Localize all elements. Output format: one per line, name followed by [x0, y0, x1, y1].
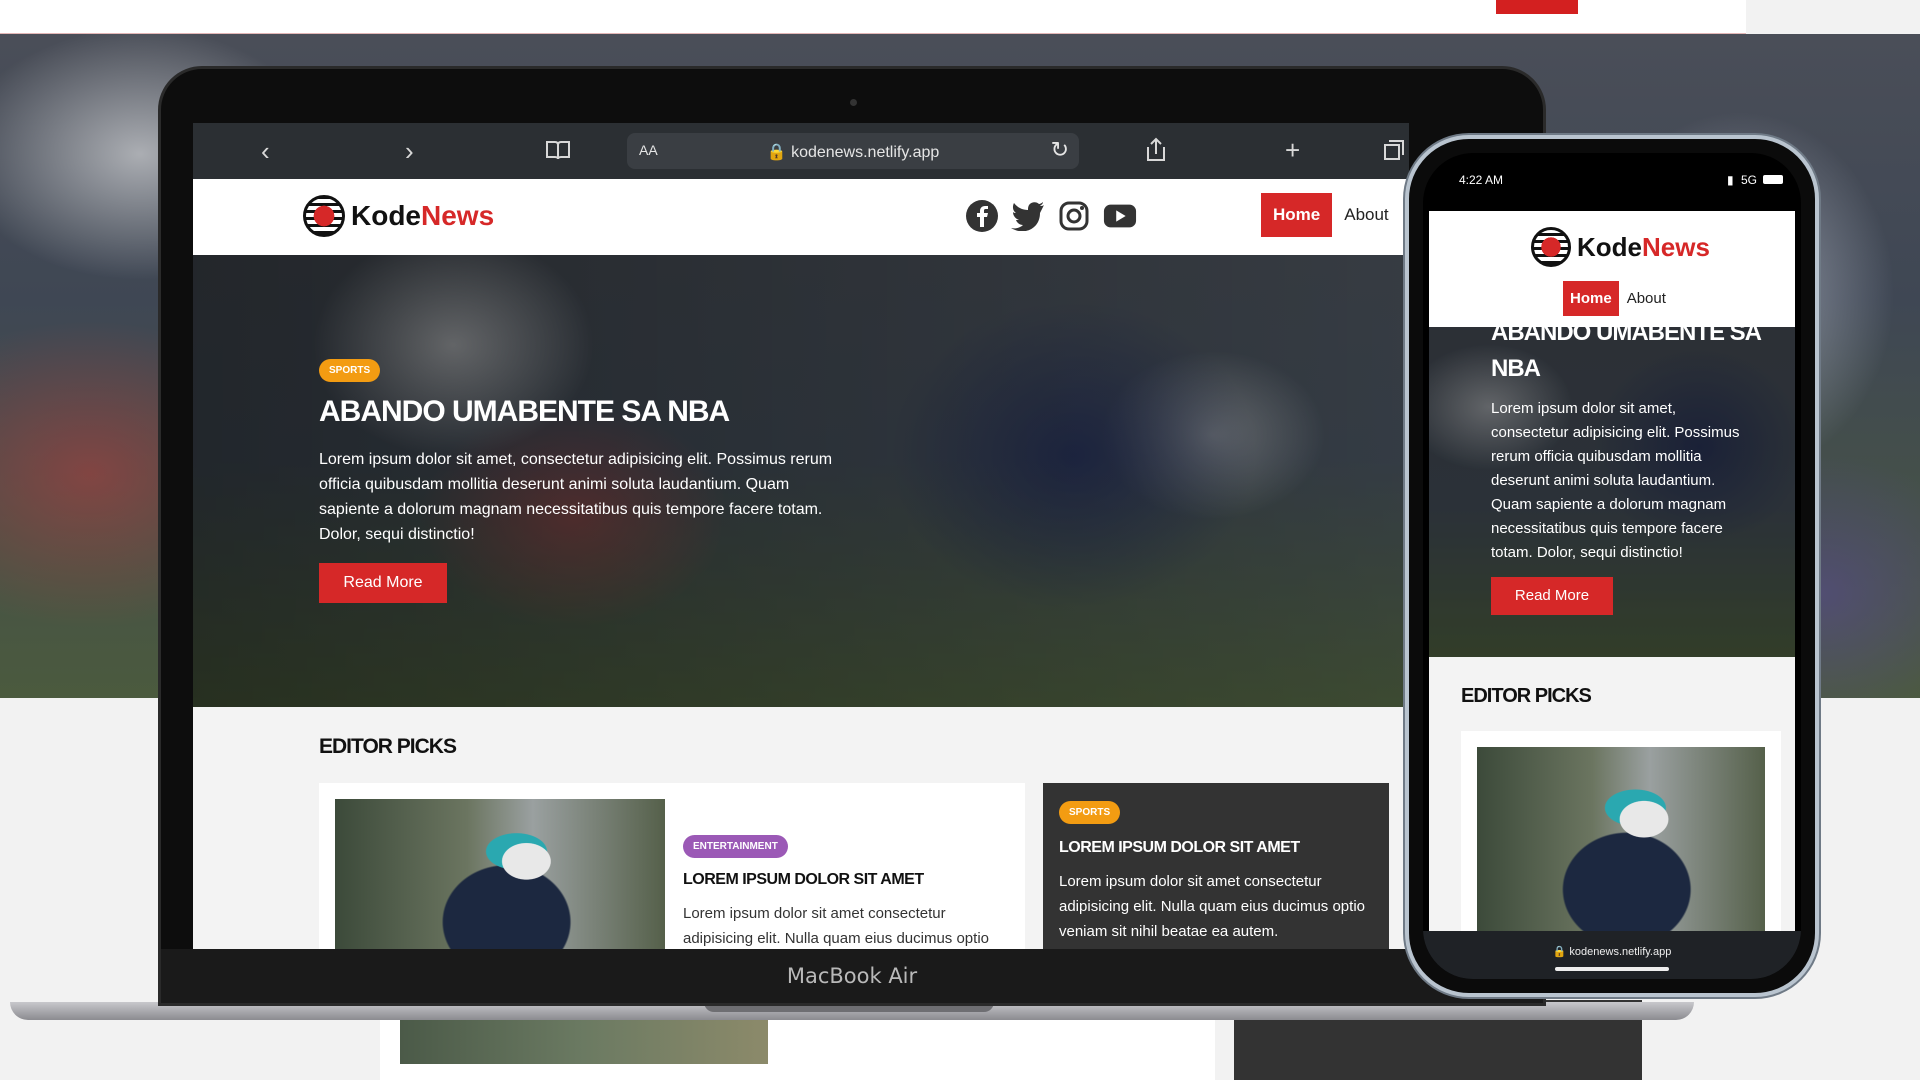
- laptop-chin: MacBook Air: [161, 949, 1543, 1003]
- hero-description: Lorem ipsum dolor sit amet, consectetur …: [319, 451, 833, 543]
- logo-text-news: News: [1642, 231, 1710, 262]
- bookmarks-icon[interactable]: [545, 139, 571, 165]
- nav-home-link[interactable]: Home: [1261, 193, 1333, 237]
- back-icon[interactable]: ‹: [261, 138, 270, 164]
- site-header: KodeNews Home About: [193, 179, 1409, 255]
- editor-picks-heading: EDITOR PICKS: [319, 735, 457, 758]
- hero-title: ABANDO UMABENTE SA NBA: [1491, 315, 1762, 387]
- vr-headset-photo: [335, 799, 665, 949]
- site-logo[interactable]: KodeNews: [303, 195, 494, 237]
- network-label: 5G: [1741, 173, 1758, 187]
- forward-icon[interactable]: ›: [405, 138, 414, 164]
- hero-category-badge[interactable]: SPORTS: [319, 359, 381, 382]
- lock-icon: 🔒: [766, 144, 787, 161]
- globe-logo-icon: [303, 195, 345, 237]
- card-excerpt: Lorem ipsum dolor sit amet consectetur a…: [1059, 873, 1365, 940]
- site-nav: Home About: [1261, 193, 1401, 237]
- phone-address-bar[interactable]: 🔒 kodenews.netlify.app: [1423, 931, 1801, 979]
- logo-text-news: News: [421, 200, 495, 231]
- site-nav: Home About: [1563, 281, 1674, 316]
- sports-badge[interactable]: SPORTS: [1059, 801, 1121, 824]
- hero-title-line: ABANDO UMABENTE SA: [1491, 319, 1762, 346]
- tabs-icon[interactable]: [1383, 139, 1405, 165]
- instagram-icon[interactable]: [1057, 199, 1091, 233]
- editor-pick-card-dark[interactable]: SPORTS LOREM IPSUM DOLOR SIT AMET Lorem …: [1043, 783, 1389, 949]
- new-tab-icon[interactable]: +: [1285, 137, 1300, 163]
- home-indicator: [1555, 967, 1669, 971]
- phone-site-header: KodeNews Home About: [1429, 211, 1795, 327]
- laptop-screen: ‹ › AA 🔒 kodenews.netlify.app ↻ + KodeNe…: [193, 123, 1409, 949]
- facebook-icon[interactable]: [965, 199, 999, 233]
- card-title[interactable]: LOREM IPSUM DOLOR SIT AMET: [683, 871, 924, 889]
- reload-icon[interactable]: ↻: [1051, 137, 1069, 163]
- youtube-icon[interactable]: [1103, 199, 1137, 233]
- vr-headset-photo: [1477, 747, 1765, 937]
- background-red-tab: [1496, 0, 1578, 14]
- globe-logo-icon: [1531, 227, 1571, 267]
- phone-frame: 4:22 AM ▮ 5G KodeNews Home About ABANDO …: [1405, 135, 1819, 997]
- editor-pick-card[interactable]: [1461, 731, 1781, 945]
- editor-pick-card[interactable]: ENTERTAINMENT LOREM IPSUM DOLOR SIT AMET…: [319, 783, 1025, 949]
- hero-section: SPORTS ABANDO UMABENTE SA NBA Lorem ipsu…: [193, 255, 1409, 707]
- nav-about-link[interactable]: About: [1332, 205, 1400, 225]
- url-text: kodenews.netlify.app: [1569, 946, 1672, 958]
- twitter-icon[interactable]: [1011, 199, 1045, 233]
- status-time: 4:22 AM: [1459, 173, 1504, 187]
- card-excerpt: Lorem ipsum dolor sit amet consectetur a…: [683, 905, 989, 947]
- laptop-brand-label: MacBook Air: [786, 964, 918, 988]
- phone-hero: ABANDO UMABENTE SA NBA Lorem ipsum dolor…: [1429, 319, 1795, 657]
- share-icon[interactable]: [1145, 137, 1167, 167]
- address-bar[interactable]: AA 🔒 kodenews.netlify.app ↻: [627, 133, 1079, 169]
- hero-title-line: NBA: [1491, 355, 1541, 382]
- signal-icon: ▮: [1727, 173, 1735, 187]
- nav-about-link[interactable]: About: [1619, 290, 1674, 307]
- url-text: kodenews.netlify.app: [791, 144, 940, 161]
- hero-read-more-button[interactable]: Read More: [319, 563, 447, 603]
- logo-text-kode: Kode: [351, 200, 421, 231]
- background-site-header: [0, 0, 1746, 34]
- site-logo[interactable]: KodeNews: [1531, 227, 1710, 267]
- lock-icon: 🔒: [1552, 946, 1567, 958]
- card-title[interactable]: LOREM IPSUM DOLOR SIT AMET: [1059, 839, 1300, 857]
- editor-picks-heading: EDITOR PICKS: [1461, 685, 1592, 707]
- mockup-stage: ‹ › AA 🔒 kodenews.netlify.app ↻ + KodeNe…: [0, 0, 1920, 1080]
- laptop-camera: [850, 99, 857, 106]
- entertainment-badge[interactable]: ENTERTAINMENT: [683, 835, 788, 858]
- phone-screen: 4:22 AM ▮ 5G KodeNews Home About ABANDO …: [1423, 153, 1801, 979]
- nav-home-link[interactable]: Home: [1563, 281, 1619, 316]
- battery-icon: [1763, 175, 1783, 184]
- phone-site: KodeNews Home About ABANDO UMABENTE SA N…: [1429, 211, 1795, 945]
- social-links: [965, 199, 1137, 233]
- browser-toolbar: ‹ › AA 🔒 kodenews.netlify.app ↻ +: [193, 123, 1409, 179]
- hero-read-more-button[interactable]: Read More: [1491, 577, 1613, 615]
- hero-title: ABANDO UMABENTE SA NBA: [319, 395, 730, 428]
- hero-description: Lorem ipsum dolor sit amet, consectetur …: [1491, 400, 1740, 561]
- laptop-frame: ‹ › AA 🔒 kodenews.netlify.app ↻ + KodeNe…: [158, 66, 1546, 1006]
- phone-notch: [1543, 153, 1683, 183]
- logo-text-kode: Kode: [1577, 231, 1642, 262]
